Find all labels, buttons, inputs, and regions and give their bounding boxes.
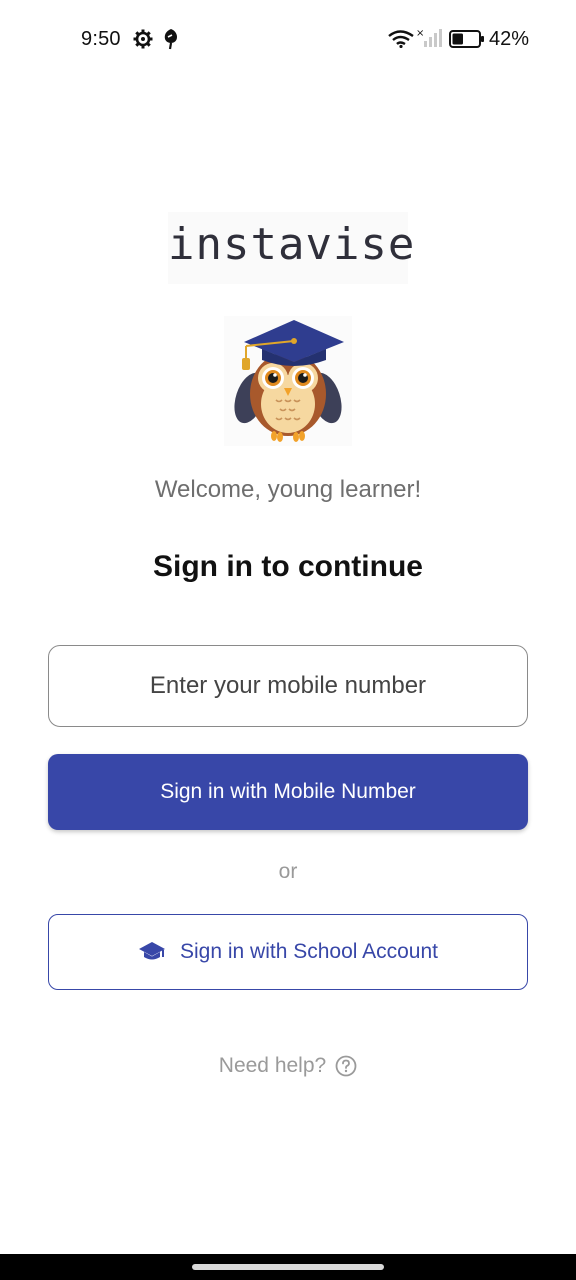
mobile-number-input[interactable] xyxy=(48,645,528,727)
welcome-text: Welcome, young learner! xyxy=(154,476,422,503)
status-time: 9:50 xyxy=(81,28,121,50)
system-navigation-bar xyxy=(0,1254,576,1280)
graduation-cap-icon xyxy=(139,942,165,960)
help-circle-icon xyxy=(335,1055,357,1077)
signal-icon: × xyxy=(416,28,442,47)
or-divider-text: or xyxy=(278,860,298,883)
battery-icon xyxy=(449,30,484,48)
sign-in-mobile-button[interactable]: Sign in with Mobile Number xyxy=(48,754,528,830)
battery-percent: 42% xyxy=(489,28,530,50)
app-logo: instavise xyxy=(168,212,416,284)
sign-in-screen: 9:50 × 42% instavise Welcome, young lear… xyxy=(0,0,576,1280)
owl-graduate-icon xyxy=(224,316,352,446)
svg-text:×: × xyxy=(416,28,424,39)
need-help-label: Need help? xyxy=(218,1054,327,1077)
gear-icon xyxy=(133,29,153,49)
app-logo-text: instavise xyxy=(168,219,416,270)
page-title: Sign in to continue xyxy=(153,550,423,583)
wifi-icon xyxy=(388,30,414,48)
leaf-icon xyxy=(164,29,177,50)
status-bar: 9:50 × 42% xyxy=(0,0,576,78)
sign-in-school-button-label: Sign in with School Account xyxy=(180,940,438,963)
home-gesture-handle[interactable] xyxy=(192,1264,384,1270)
sign-in-school-button[interactable]: Sign in with School Account xyxy=(48,914,528,990)
sign-in-mobile-button-label: Sign in with Mobile Number xyxy=(160,780,416,803)
need-help-link[interactable]: Need help? xyxy=(0,1054,576,1078)
